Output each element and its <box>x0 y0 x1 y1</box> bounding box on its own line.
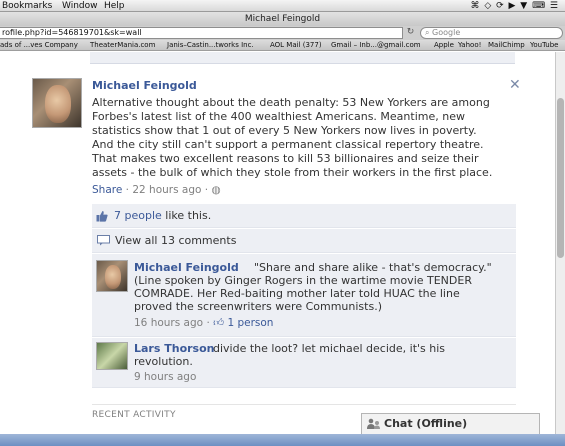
likes-text: like this. <box>165 209 212 222</box>
post-text-line: That makes two excellent reasons to kill… <box>92 152 479 165</box>
comment-time[interactable]: 9 hours ago <box>134 371 196 384</box>
post-text-line: And the city still can't support a perma… <box>92 138 484 151</box>
mac-menubar: Bookmarks Window Help ⌘ ◇ ⟳ ▶ ▼ ⌨ ☰ <box>0 0 565 12</box>
divider <box>92 404 516 405</box>
bookmark-item[interactable]: AOL Mail (377) <box>270 40 322 50</box>
comment-text: divide the loot? let michael decide, it'… <box>213 342 446 355</box>
chat-people-icon <box>367 418 380 429</box>
comment-text: "Share and share alike - that's democrac… <box>254 261 492 274</box>
likes-row: 7 people like this. <box>114 209 211 223</box>
reload-icon[interactable]: ↻ <box>405 27 416 38</box>
address-bar[interactable]: rofile.php?id=546819701&sk=wall <box>0 27 403 39</box>
search-icon: ⌕ <box>425 28 430 37</box>
post-meta: Share · 22 hours ago · ◍ <box>92 183 221 197</box>
bookmark-item[interactable]: MailChimp <box>488 40 525 50</box>
bookmark-item[interactable]: ads of ...ves Company <box>0 40 78 50</box>
post-author[interactable]: Michael Feingold <box>92 79 197 93</box>
post-text-line: assets - the bulk of which they stole fr… <box>92 166 493 179</box>
author-avatar[interactable] <box>32 78 82 128</box>
comment: Lars Thorson divide the loot? let michae… <box>92 338 516 388</box>
comment-likes-link[interactable]: 1 person <box>227 317 273 329</box>
bookmark-item[interactable]: Yahoo! <box>458 40 481 50</box>
comment: Michael Feingold "Share and share alike … <box>92 254 516 337</box>
meta-separator: · <box>206 317 210 329</box>
browser-toolbar: rofile.php?id=546819701&sk=wall ↻ ⌕ Goog… <box>0 26 565 40</box>
window-title: Michael Feingold <box>0 12 565 26</box>
share-link[interactable]: Share <box>92 184 122 196</box>
taskbar-strip <box>0 434 565 446</box>
comment-text: (Line spoken by Ginger Rogers in the war… <box>134 274 472 287</box>
search-field[interactable]: ⌕ Google <box>420 27 563 39</box>
meta-separator: · <box>204 184 209 196</box>
comment-text: revolution. <box>134 355 193 368</box>
likes-count-link[interactable]: 7 people <box>114 209 162 222</box>
search-placeholder: Google <box>432 28 461 37</box>
bookmark-item[interactable]: Gmail – Inb...@gmail.com <box>331 40 421 50</box>
chat-label: Chat (Offline) <box>384 417 468 430</box>
comment-thumbs-up-icon: 👍︎ <box>213 317 225 329</box>
bookmark-item[interactable]: Janis–Castin...tworks Inc. <box>167 40 254 50</box>
comment-meta: 16 hours ago · 👍︎ 1 person <box>134 317 273 330</box>
bookmark-item[interactable]: YouTube <box>530 40 558 50</box>
comment-author[interactable]: Lars Thorson <box>134 342 215 355</box>
post-text-line: Forbes's latest list of the 400 wealthie… <box>92 110 465 123</box>
bookmark-item[interactable]: Apple <box>434 40 454 50</box>
post-text-line: statistics show that 1 out of every 5 Ne… <box>92 124 477 137</box>
comment-text: proved the screenwriters were Communists… <box>134 300 382 313</box>
post-time[interactable]: 22 hours ago <box>132 184 201 196</box>
view-all-comments-link[interactable]: View all 13 comments <box>115 234 236 248</box>
bookmark-item[interactable]: TheaterMania.com <box>90 40 155 50</box>
comment-bubble-icon <box>97 235 110 246</box>
thumbs-up-icon <box>96 211 108 222</box>
close-icon[interactable]: ✕ <box>509 78 521 92</box>
comment-author[interactable]: Michael Feingold <box>134 261 239 274</box>
view-comments-box: View all 13 comments <box>92 229 516 253</box>
meta-separator: · <box>125 184 129 196</box>
commenter-avatar[interactable] <box>96 342 128 370</box>
comment-time[interactable]: 16 hours ago <box>134 317 203 329</box>
vertical-scrollbar[interactable] <box>555 52 565 434</box>
chat-bar[interactable]: Chat (Offline) <box>361 413 540 435</box>
recent-activity-heading: RECENT ACTIVITY <box>92 410 176 420</box>
menu-window[interactable]: Window <box>62 0 98 12</box>
menu-bookmarks[interactable]: Bookmarks <box>2 0 52 12</box>
privacy-globe-icon: ◍ <box>211 184 221 196</box>
comment-text: COMRADE. Her Red-baiting mother later to… <box>134 287 460 300</box>
scrollbar-thumb[interactable] <box>557 98 564 258</box>
menu-help[interactable]: Help <box>104 0 125 12</box>
bookmarks-bar: ads of ...ves Company TheaterMania.com J… <box>0 40 565 51</box>
likes-box: 7 people like this. <box>92 204 516 228</box>
previous-post-footer <box>90 52 515 64</box>
commenter-avatar[interactable] <box>96 260 128 292</box>
menubar-status-icons[interactable]: ⌘ ◇ ⟳ ▶ ▼ ⌨ ☰ <box>470 0 559 12</box>
post-text-line: Alternative thought about the death pena… <box>92 96 490 109</box>
